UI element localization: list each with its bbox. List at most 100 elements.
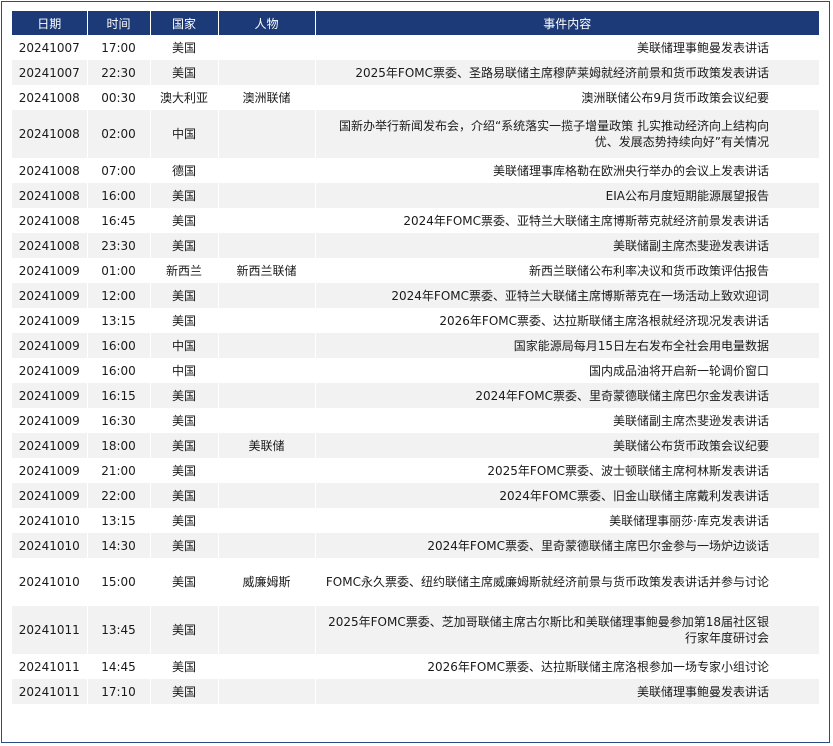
- time-cell: 18:00: [87, 433, 151, 458]
- country-cell: 中国: [150, 358, 219, 383]
- table-row: 20241009 13:15 美国 2026年FOMC票委、达拉斯联储主席洛根就经济现…: [12, 308, 819, 333]
- table-row: 20241009 16:00 中国 国内成品油将开启新一轮调价窗口: [12, 358, 819, 383]
- person-cell: [218, 458, 316, 483]
- time-cell: 00:30: [87, 85, 151, 110]
- table-row: 20241009 16:15 美国 2024年FOMC票委、里奇蒙德联储主席巴尔金发表…: [12, 383, 819, 408]
- table-row: 20241011 17:10 美国 美联储理事鲍曼发表讲话: [12, 679, 819, 704]
- person-cell: [218, 606, 316, 654]
- event-calendar-table: 日期 时间 国家 人物 事件内容 20241007 17:00 美国 美联储理事鲍曼发…: [12, 11, 819, 704]
- table-row: 20241008 16:00 美国 EIA公布月度短期能源展望报告: [12, 183, 819, 208]
- time-cell: 17:10: [87, 679, 151, 704]
- time-cell: 16:00: [87, 183, 151, 208]
- country-cell: 中国: [150, 333, 219, 358]
- time-cell: 07:00: [87, 158, 151, 183]
- table-row: 20241010 14:30 美国 2024年FOMC票委、里奇蒙德联储主席巴尔金参与…: [12, 533, 819, 558]
- country-cell: 中国: [150, 110, 219, 158]
- date-cell: 20241011: [12, 679, 88, 704]
- date-cell: 20241009: [12, 258, 88, 283]
- header-event: 事件内容: [315, 11, 819, 35]
- table-row: 20241009 22:00 美国 2024年FOMC票委、旧金山联储主席戴利发表讲话: [12, 483, 819, 508]
- event-cell: 2026年FOMC票委、达拉斯联储主席洛根就经济现况发表讲话: [315, 308, 819, 333]
- person-cell: [218, 383, 316, 408]
- person-cell: 新西兰联储: [218, 258, 316, 283]
- person-cell: [218, 333, 316, 358]
- event-cell: EIA公布月度短期能源展望报告: [315, 183, 819, 208]
- country-cell: 美国: [150, 60, 219, 85]
- event-cell: 2024年FOMC票委、旧金山联储主席戴利发表讲话: [315, 483, 819, 508]
- table-row: 20241010 15:00 美国 威廉姆斯 FOMC永久票委、纽约联储主席威廉姆斯就经…: [12, 558, 819, 606]
- country-cell: 澳大利亚: [150, 85, 219, 110]
- person-cell: [218, 308, 316, 333]
- date-cell: 20241009: [12, 308, 88, 333]
- person-cell: 美联储: [218, 433, 316, 458]
- date-cell: 20241008: [12, 208, 88, 233]
- person-cell: [218, 233, 316, 258]
- event-cell: 澳洲联储公布9月货币政策会议纪要: [315, 85, 819, 110]
- table-row: 20241009 01:00 新西兰 新西兰联储 新西兰联储公布利率决议和货币政策评估报…: [12, 258, 819, 283]
- event-cell: 国新办举行新闻发布会，介绍“系统落实一揽子增量政策 扎实推动经济向上结构向优、发…: [315, 110, 819, 158]
- event-cell: 美联储公布货币政策会议纪要: [315, 433, 819, 458]
- event-cell: FOMC永久票委、纽约联储主席威廉姆斯就经济前景与货币政策发表讲话并参与讨论: [315, 558, 819, 606]
- table-row: 20241011 14:45 美国 2026年FOMC票委、达拉斯联储主席洛根参加一场…: [12, 654, 819, 679]
- table-row: 20241009 16:00 中国 国家能源局每月15日左右发布全社会用电量数据: [12, 333, 819, 358]
- time-cell: 13:15: [87, 308, 151, 333]
- date-cell: 20241010: [12, 533, 88, 558]
- person-cell: 澳洲联储: [218, 85, 316, 110]
- table-row: 20241009 16:30 美国 美联储副主席杰斐逊发表讲话: [12, 408, 819, 433]
- time-cell: 13:45: [87, 606, 151, 654]
- date-cell: 20241008: [12, 85, 88, 110]
- country-cell: 美国: [150, 35, 219, 60]
- date-cell: 20241011: [12, 654, 88, 679]
- table-body: 20241007 17:00 美国 美联储理事鲍曼发表讲话 20241007 22:30 美…: [12, 35, 819, 704]
- event-cell: 美联储副主席杰斐逊发表讲话: [315, 408, 819, 433]
- country-cell: 美国: [150, 283, 219, 308]
- header-time: 时间: [87, 11, 151, 35]
- date-cell: 20241010: [12, 508, 88, 533]
- time-cell: 16:00: [87, 358, 151, 383]
- time-cell: 02:00: [87, 110, 151, 158]
- country-cell: 美国: [150, 208, 219, 233]
- country-cell: 美国: [150, 233, 219, 258]
- person-cell: [218, 408, 316, 433]
- event-cell: 美联储理事鲍曼发表讲话: [315, 679, 819, 704]
- table-row: 20241010 13:15 美国 美联储理事丽莎·库克发表讲话: [12, 508, 819, 533]
- date-cell: 20241009: [12, 283, 88, 308]
- person-cell: [218, 283, 316, 308]
- time-cell: 16:30: [87, 408, 151, 433]
- country-cell: 美国: [150, 654, 219, 679]
- time-cell: 15:00: [87, 558, 151, 606]
- country-cell: 美国: [150, 383, 219, 408]
- table-row: 20241009 12:00 美国 2024年FOMC票委、亚特兰大联储主席博斯蒂克在…: [12, 283, 819, 308]
- event-cell: 美联储理事鲍曼发表讲话: [315, 35, 819, 60]
- person-cell: [218, 60, 316, 85]
- event-cell: 2024年FOMC票委、亚特兰大联储主席博斯蒂克在一场活动上致欢迎词: [315, 283, 819, 308]
- country-cell: 美国: [150, 183, 219, 208]
- time-cell: 22:00: [87, 483, 151, 508]
- country-cell: 美国: [150, 606, 219, 654]
- event-cell: 2024年FOMC票委、亚特兰大联储主席博斯蒂克就经济前景发表讲话: [315, 208, 819, 233]
- date-cell: 20241009: [12, 358, 88, 383]
- date-cell: 20241011: [12, 606, 88, 654]
- event-cell: 2025年FOMC票委、波士顿联储主席柯林斯发表讲话: [315, 458, 819, 483]
- person-cell: [218, 358, 316, 383]
- event-cell: 新西兰联储公布利率决议和货币政策评估报告: [315, 258, 819, 283]
- person-cell: [218, 183, 316, 208]
- date-cell: 20241008: [12, 158, 88, 183]
- date-cell: 20241008: [12, 110, 88, 158]
- event-cell: 美联储理事丽莎·库克发表讲话: [315, 508, 819, 533]
- event-cell: 2025年FOMC票委、芝加哥联储主席古尔斯比和美联储理事鲍曼参加第18届社区银…: [315, 606, 819, 654]
- event-cell: 2025年FOMC票委、圣路易联储主席穆萨莱姆就经济前景和货币政策发表讲话: [315, 60, 819, 85]
- person-cell: [218, 208, 316, 233]
- event-cell: 国家能源局每月15日左右发布全社会用电量数据: [315, 333, 819, 358]
- table-row: 20241009 18:00 美国 美联储 美联储公布货币政策会议纪要: [12, 433, 819, 458]
- event-cell: 美联储副主席杰斐逊发表讲话: [315, 233, 819, 258]
- time-cell: 16:00: [87, 333, 151, 358]
- time-cell: 22:30: [87, 60, 151, 85]
- date-cell: 20241009: [12, 333, 88, 358]
- country-cell: 美国: [150, 433, 219, 458]
- country-cell: 美国: [150, 408, 219, 433]
- person-cell: 威廉姆斯: [218, 558, 316, 606]
- date-cell: 20241007: [12, 35, 88, 60]
- person-cell: [218, 110, 316, 158]
- table-row: 20241007 17:00 美国 美联储理事鲍曼发表讲话: [12, 35, 819, 60]
